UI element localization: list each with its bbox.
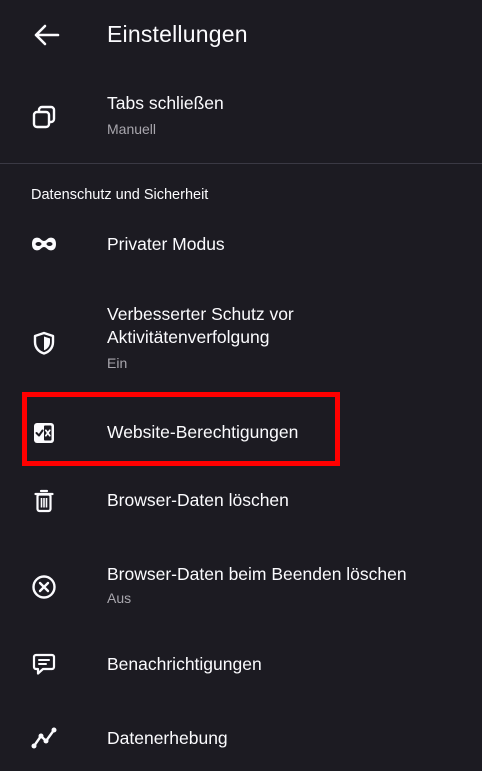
setting-title: Tabs schließen	[107, 93, 224, 113]
mask-icon	[30, 230, 58, 258]
setting-title-line1: Verbesserter Schutz vor	[107, 304, 294, 324]
setting-title-line2: Aktivitätenverfolgung	[107, 327, 270, 347]
trash-icon	[30, 487, 58, 515]
setting-private-mode[interactable]: Privater Modus	[0, 220, 482, 270]
setting-notifications[interactable]: Benachrichtigungen	[0, 640, 482, 690]
setting-tracking-protection[interactable]: Verbesserter Schutz vor Aktivitätenverfo…	[0, 290, 482, 385]
page-title: Einstellungen	[107, 21, 248, 47]
setting-delete-browsing-data[interactable]: Browser-Daten löschen	[0, 476, 482, 526]
setting-subtitle: Ein	[107, 355, 128, 371]
setting-title: Privater Modus	[107, 234, 225, 254]
setting-subtitle: Manuell	[107, 121, 157, 137]
setting-title: Browser-Daten beim Beenden löschen	[107, 564, 407, 584]
setting-title: Benachrichtigungen	[107, 654, 262, 674]
chart-icon	[30, 724, 58, 752]
divider	[0, 163, 482, 164]
arrow-left-icon	[32, 23, 60, 47]
highlight-box	[22, 392, 340, 466]
tabs-icon	[30, 103, 58, 131]
setting-subtitle: Aus	[107, 590, 132, 606]
setting-data-collection[interactable]: Datenerhebung	[0, 714, 482, 764]
shield-icon	[30, 329, 58, 357]
setting-title: Browser-Daten löschen	[107, 490, 289, 510]
setting-title: Datenerhebung	[107, 728, 228, 748]
message-icon	[30, 650, 58, 678]
setting-delete-on-quit[interactable]: Browser-Daten beim Beenden löschen Aus	[0, 553, 482, 623]
setting-close-tabs[interactable]: Tabs schließen Manuell	[0, 84, 482, 154]
section-header: Datenschutz und Sicherheit	[31, 187, 209, 203]
app-bar: Einstellungen	[0, 0, 482, 70]
back-button[interactable]	[28, 20, 64, 50]
circle-x-icon	[30, 573, 58, 601]
